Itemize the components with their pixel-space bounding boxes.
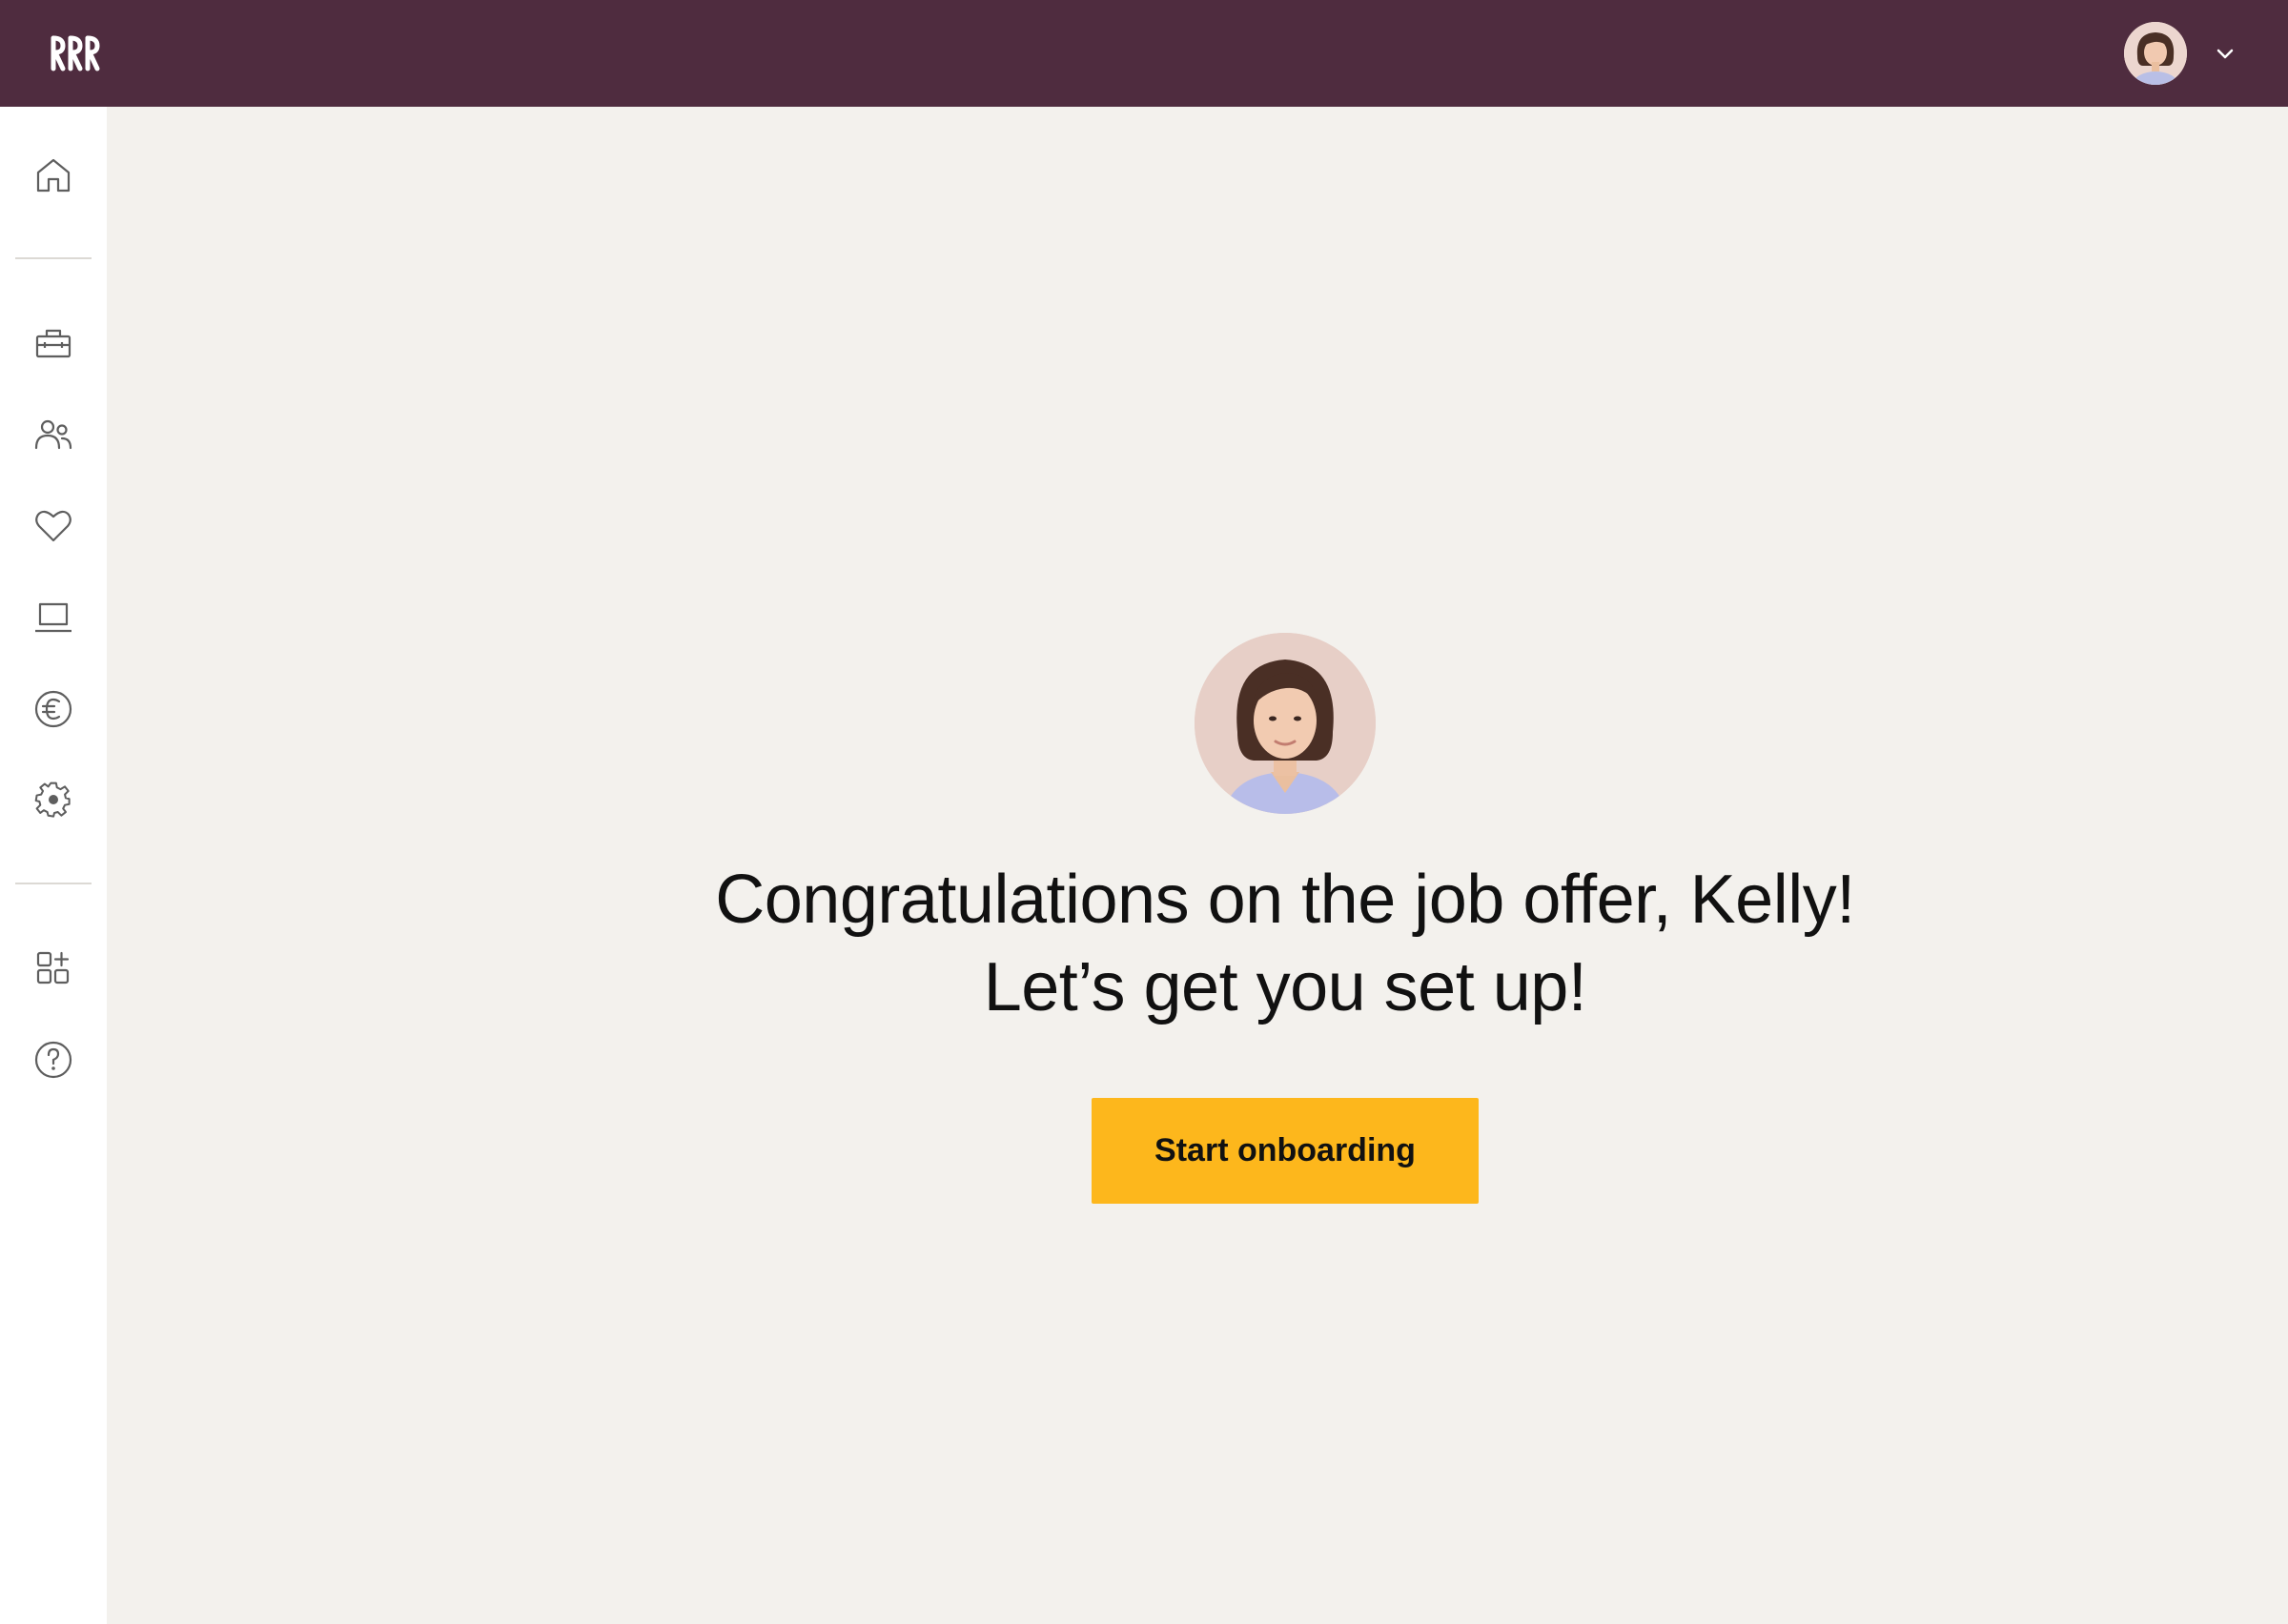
sidebar-item-apps[interactable]	[15, 930, 92, 1006]
sidebar-item-people[interactable]	[15, 396, 92, 473]
chevron-down-icon[interactable]	[2212, 40, 2238, 67]
sidebar-item-settings[interactable]	[15, 762, 92, 839]
sidebar-item-devices[interactable]	[15, 579, 92, 656]
sidebar-nav	[0, 107, 107, 1624]
main-content: Congratulations on the job offer, Kelly!…	[107, 107, 2288, 1624]
welcome-heading-line1: Congratulations on the job offer, Kelly!	[715, 862, 1855, 938]
people-icon	[34, 419, 72, 450]
brand-logo[interactable]	[50, 32, 103, 74]
sidebar-divider	[15, 257, 92, 259]
welcome-heading-line2: Let’s get you set up!	[983, 949, 1587, 1025]
apps-add-icon	[36, 951, 70, 985]
sidebar-item-home[interactable]	[15, 137, 92, 213]
user-avatar[interactable]	[2124, 22, 2187, 85]
user-menu[interactable]	[2124, 21, 2238, 86]
start-onboarding-button[interactable]: Start onboarding	[1092, 1098, 1479, 1204]
help-icon	[34, 1041, 72, 1079]
euro-icon	[34, 690, 72, 728]
sidebar-item-help[interactable]	[15, 1022, 92, 1098]
laptop-icon	[35, 602, 72, 633]
toolbox-icon	[35, 329, 72, 358]
sidebar-item-benefits[interactable]	[15, 488, 92, 564]
profile-avatar	[1195, 633, 1376, 814]
top-bar	[0, 0, 2288, 107]
sidebar-item-payroll[interactable]	[15, 671, 92, 747]
sidebar-item-jobs[interactable]	[15, 305, 92, 381]
heart-icon	[35, 510, 72, 542]
gear-icon	[34, 782, 71, 818]
home-icon	[36, 158, 71, 193]
sidebar-divider	[15, 883, 92, 884]
welcome-heading: Congratulations on the job offer, Kelly!…	[522, 856, 2048, 1031]
